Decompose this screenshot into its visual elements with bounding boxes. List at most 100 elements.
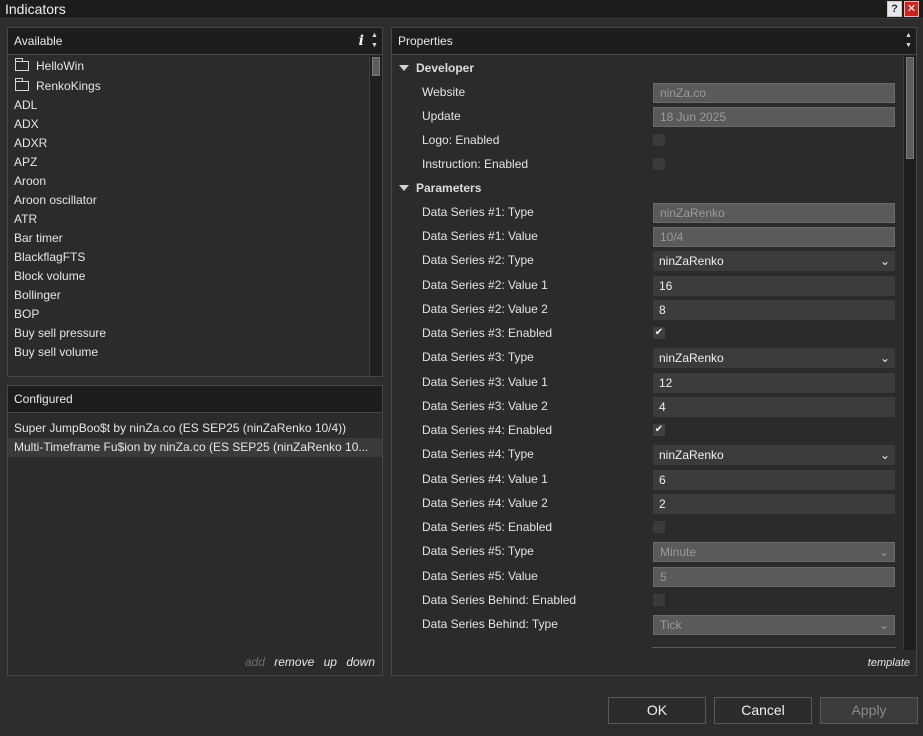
prop-ds2-value2: Data Series #2: Value 28 xyxy=(392,297,902,321)
update-field: 18 Jun 2025 xyxy=(653,107,895,127)
chevron-down-icon: ⌄ xyxy=(879,254,890,268)
ds2-value1-input[interactable]: 16 xyxy=(653,276,895,296)
ds4-type-select[interactable]: ninZaRenko ⌄ xyxy=(653,445,895,465)
add-link[interactable]: add xyxy=(245,655,265,669)
configured-item[interactable]: Super JumpBoo$t by ninZa.co (ES SEP25 (n… xyxy=(8,419,382,438)
prop-ds4-type: Data Series #4: Type ninZaRenko ⌄ xyxy=(392,442,902,467)
available-header: Available i ▲ ▼ xyxy=(8,28,382,55)
scrollbar-thumb[interactable] xyxy=(906,57,914,159)
window-title: Indicators xyxy=(5,1,66,17)
ds5-enabled-checkbox[interactable] xyxy=(653,521,665,533)
list-item[interactable]: ATR xyxy=(8,210,368,229)
ds2-value2-input[interactable]: 8 xyxy=(653,300,895,320)
prop-ds5-value: Data Series #5: Value 5 xyxy=(392,564,902,588)
properties-spinner[interactable]: ▲ ▼ xyxy=(904,31,913,51)
website-field: ninZa.co xyxy=(653,83,895,103)
list-item[interactable]: Buy sell volume xyxy=(8,343,368,362)
properties-panel: Properties ▲ ▼ Developer Website ninZa.co … xyxy=(391,27,917,676)
prop-dsb-enabled: Data Series Behind: Enabled xyxy=(392,588,902,612)
dsb-enabled-checkbox[interactable] xyxy=(653,594,665,606)
prop-logo-enabled: Logo: Enabled xyxy=(392,128,902,152)
ds3-enabled-checkbox[interactable]: ✔ xyxy=(653,327,665,339)
row-divider xyxy=(652,647,896,648)
available-list: HelloWin RenkoKings ADL ADX ADXR APZ Aro… xyxy=(8,56,368,362)
list-item[interactable]: ADXR xyxy=(8,134,368,153)
folder-item[interactable]: HelloWin xyxy=(8,56,368,76)
instruction-checkbox[interactable] xyxy=(653,158,665,170)
ds4-value1-input[interactable]: 6 xyxy=(653,470,895,490)
chevron-down-icon: ⌄ xyxy=(878,545,889,559)
prop-ds4-value1: Data Series #4: Value 16 xyxy=(392,467,902,491)
prop-ds3-value1: Data Series #3: Value 1 12 xyxy=(392,370,902,394)
prop-website: Website ninZa.co xyxy=(392,80,902,104)
list-item[interactable]: ADX xyxy=(8,115,368,134)
apply-button[interactable]: Apply xyxy=(820,697,918,724)
ds1-value-field: 10/4 xyxy=(653,227,895,247)
properties-title: Properties xyxy=(398,34,453,48)
scrollbar-thumb[interactable] xyxy=(372,57,380,76)
ok-button[interactable]: OK xyxy=(608,697,706,724)
prop-ds1-type: Data Series #1: Type ninZaRenko xyxy=(392,200,902,224)
ds4-value2-input[interactable]: 2 xyxy=(653,494,895,514)
list-item[interactable]: ADL xyxy=(8,96,368,115)
close-icon[interactable]: ✕ xyxy=(904,1,919,17)
configured-list: Super JumpBoo$t by ninZa.co (ES SEP25 (n… xyxy=(8,413,382,457)
prop-ds3-value2: Data Series #3: Value 24 xyxy=(392,394,902,418)
prop-ds4-enabled: Data Series #4: Enabled ✔ xyxy=(422,423,665,437)
available-panel: Available i ▲ ▼ HelloWin RenkoKings ADL A… xyxy=(7,27,383,377)
prop-ds2-type: Data Series #2: Type ninZaRenko ⌄ xyxy=(392,248,902,273)
chevron-down-icon: ⌄ xyxy=(879,351,890,365)
prop-ds3-type: Data Series #3: Type ninZaRenko ⌄ xyxy=(392,345,902,370)
configured-header: Configured xyxy=(8,386,382,413)
properties-scrollbar[interactable] xyxy=(903,56,916,650)
ds4-enabled-checkbox[interactable]: ✔ xyxy=(653,424,665,436)
prop-ds5-enabled: Data Series #5: Enabled xyxy=(392,515,902,539)
ds3-type-select[interactable]: ninZaRenko ⌄ xyxy=(653,348,895,368)
list-item[interactable]: Aroon oscillator xyxy=(8,191,368,210)
prop-dsb-type: Data Series Behind: Type Tick ⌄ xyxy=(392,612,902,637)
property-grid: Developer Website ninZa.co Update 18 Jun 2… xyxy=(392,56,902,637)
list-item[interactable]: Aroon xyxy=(8,172,368,191)
help-icon[interactable]: ? xyxy=(887,1,902,17)
available-scrollbar[interactable] xyxy=(369,56,382,376)
list-item[interactable]: BlackflagFTS xyxy=(8,248,368,267)
list-item[interactable]: Buy sell pressure xyxy=(8,324,368,343)
chevron-down-icon: ⌄ xyxy=(879,448,890,462)
ds3-value2-input[interactable]: 4 xyxy=(653,397,895,417)
prop-ds1-value: Data Series #1: Value 10/4 xyxy=(392,224,902,248)
properties-header: Properties ▲ ▼ xyxy=(392,28,916,55)
section-parameters[interactable]: Parameters xyxy=(392,176,902,200)
list-item[interactable]: APZ xyxy=(8,153,368,172)
folder-icon xyxy=(15,78,29,91)
collapse-triangle-icon xyxy=(399,65,409,71)
prop-ds5-type: Data Series #5: Type Minute ⌄ xyxy=(392,539,902,564)
down-link[interactable]: down xyxy=(346,655,375,669)
up-link[interactable]: up xyxy=(324,655,337,669)
folder-item[interactable]: RenkoKings xyxy=(8,76,368,96)
prop-ds4-value2: Data Series #4: Value 22 xyxy=(392,491,902,515)
list-item[interactable]: Bar timer xyxy=(8,229,368,248)
info-icon[interactable]: i xyxy=(359,28,364,55)
configured-title: Configured xyxy=(14,392,73,406)
ds2-type-select[interactable]: ninZaRenko ⌄ xyxy=(653,251,895,271)
ds3-value1-input[interactable]: 12 xyxy=(653,373,895,393)
list-item[interactable]: Block volume xyxy=(8,267,368,286)
available-spinner[interactable]: ▲ ▼ xyxy=(370,31,379,51)
ds1-type-field: ninZaRenko xyxy=(653,203,895,223)
logo-checkbox[interactable] xyxy=(653,134,665,146)
dsb-type-select: Tick ⌄ xyxy=(653,615,895,635)
ds5-type-select: Minute ⌄ xyxy=(653,542,895,562)
prop-ds3-enabled: Data Series #3: Enabled ✔ xyxy=(422,326,665,340)
title-bar: Indicators ? ✕ xyxy=(0,0,923,19)
configured-panel: Configured Super JumpBoo$t by ninZa.co (… xyxy=(7,385,383,676)
available-title: Available xyxy=(14,34,63,48)
section-developer[interactable]: Developer xyxy=(392,56,902,80)
prop-ds2-value1: Data Series #2: Value 1 16 xyxy=(392,273,902,297)
cancel-button[interactable]: Cancel xyxy=(714,697,812,724)
template-link[interactable]: template xyxy=(868,657,910,669)
list-item[interactable]: BOP xyxy=(8,305,368,324)
ds5-value-field: 5 xyxy=(653,567,895,587)
list-item[interactable]: Bollinger xyxy=(8,286,368,305)
remove-link[interactable]: remove xyxy=(274,655,314,669)
configured-item-selected[interactable]: Multi-Timeframe Fu$ion by ninZa.co (ES S… xyxy=(8,438,382,457)
